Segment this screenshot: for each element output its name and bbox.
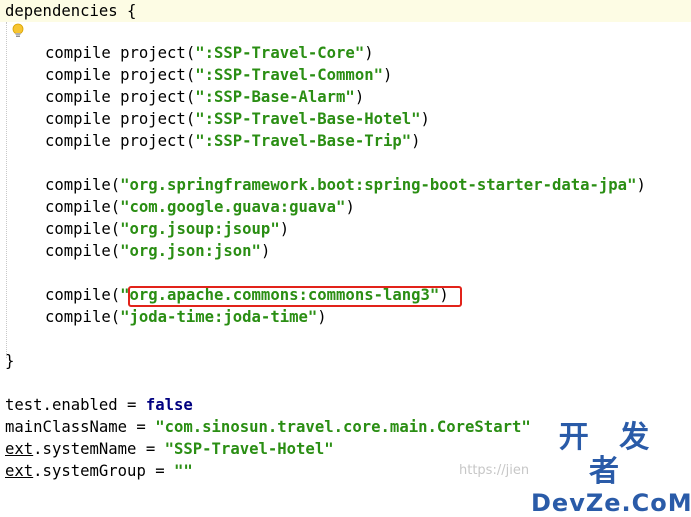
code-text: compile( <box>45 242 121 260</box>
code-text: compile( <box>45 308 121 326</box>
lightbulb-icon[interactable] <box>12 23 24 39</box>
code-editor[interactable]: dependencies { compile project(":SSP-Tra… <box>0 0 691 489</box>
code-text: compile project( <box>45 110 196 128</box>
code-text: ) <box>345 198 355 216</box>
code-line-jsoup[interactable]: compile("org.jsoup:jsoup") <box>45 218 289 240</box>
string-literal: ":SSP-Travel-Core" <box>195 44 365 62</box>
code-text: ) <box>364 44 374 62</box>
string-literal: "org.json:json" <box>120 242 261 260</box>
code-text: compile( <box>45 220 121 238</box>
code-text: ) <box>420 110 430 128</box>
code-text: ) <box>636 176 646 194</box>
code-text: compile project( <box>45 66 196 84</box>
code-text: } <box>5 352 15 370</box>
code-text: ) <box>279 220 290 238</box>
code-line-project-alarm[interactable]: compile project(":SSP-Base-Alarm") <box>45 86 364 108</box>
devze-logo: 开 发 者 DevZe.CoM <box>531 421 691 517</box>
string-literal: ":SSP-Travel-Base-Trip" <box>195 132 412 150</box>
code-text: compile( <box>45 286 121 304</box>
code-text: ) <box>260 242 271 260</box>
code-line-project-core[interactable]: compile project(":SSP-Travel-Core") <box>45 42 374 64</box>
code-text: ) <box>382 66 393 84</box>
code-line-system-name[interactable]: ext.systemName = "SSP-Travel-Hotel" <box>5 438 334 460</box>
code-text: .systemGroup = <box>33 462 174 480</box>
code-text: compile( <box>45 176 121 194</box>
code-text: compile project( <box>45 88 196 106</box>
string-literal: "" <box>174 462 193 480</box>
code-text: test.enabled = <box>5 396 146 414</box>
code-line-main-class[interactable]: mainClassName = "com.sinosun.travel.core… <box>5 416 531 438</box>
code-text: .systemName = <box>33 440 165 458</box>
code-text: dependencies { <box>5 2 137 20</box>
string-literal: "joda-time:joda-time" <box>120 308 318 326</box>
indent-guide <box>6 22 8 358</box>
code-text: ) <box>411 132 421 150</box>
keyword: false <box>145 396 193 414</box>
code-text: mainClassName = <box>5 418 156 436</box>
code-line-json[interactable]: compile("org.json:json") <box>45 240 270 262</box>
string-literal: ":SSP-Travel-Common" <box>195 66 383 84</box>
code-line-spring-boot[interactable]: compile("org.springframework.boot:spring… <box>45 174 646 196</box>
code-text: ) <box>354 88 365 106</box>
code-text: compile( <box>45 198 121 216</box>
code-line-system-group[interactable]: ext.systemGroup = "" <box>5 460 193 482</box>
string-literal: "org.jsoup:jsoup" <box>120 220 280 238</box>
code-line-project-common[interactable]: compile project(":SSP-Travel-Common") <box>45 64 392 86</box>
string-literal: ":SSP-Base-Alarm" <box>195 88 355 106</box>
code-line-dependencies[interactable]: dependencies { <box>5 0 136 22</box>
code-line-close-brace[interactable]: } <box>5 350 14 372</box>
string-literal: ":SSP-Travel-Base-Hotel" <box>195 110 421 128</box>
code-text: ) <box>317 308 327 326</box>
logo-en-text: DevZe.CoM <box>531 489 691 517</box>
code-line-project-trip[interactable]: compile project(":SSP-Travel-Base-Trip") <box>45 130 421 152</box>
code-text: compile project( <box>45 44 196 62</box>
highlight-box <box>128 286 462 307</box>
watermark-url: https://jien <box>459 463 530 478</box>
code-line-test-enabled[interactable]: test.enabled = false <box>5 394 193 416</box>
string-literal: "com.sinosun.travel.core.main.CoreStart" <box>155 418 531 436</box>
code-line-guava[interactable]: compile("com.google.guava:guava") <box>45 196 355 218</box>
code-line-project-hotel[interactable]: compile project(":SSP-Travel-Base-Hotel"… <box>45 108 430 130</box>
code-text: ext <box>5 462 34 480</box>
string-literal: "org.springframework.boot:spring-boot-st… <box>120 176 637 194</box>
logo-cn-text: 开 发 者 <box>558 420 660 489</box>
string-literal: "SSP-Travel-Hotel" <box>164 440 334 458</box>
code-text: ext <box>5 440 34 458</box>
string-literal: "com.google.guava:guava" <box>120 198 346 216</box>
code-line-joda-time[interactable]: compile("joda-time:joda-time") <box>45 306 327 328</box>
code-text: compile project( <box>45 132 196 150</box>
